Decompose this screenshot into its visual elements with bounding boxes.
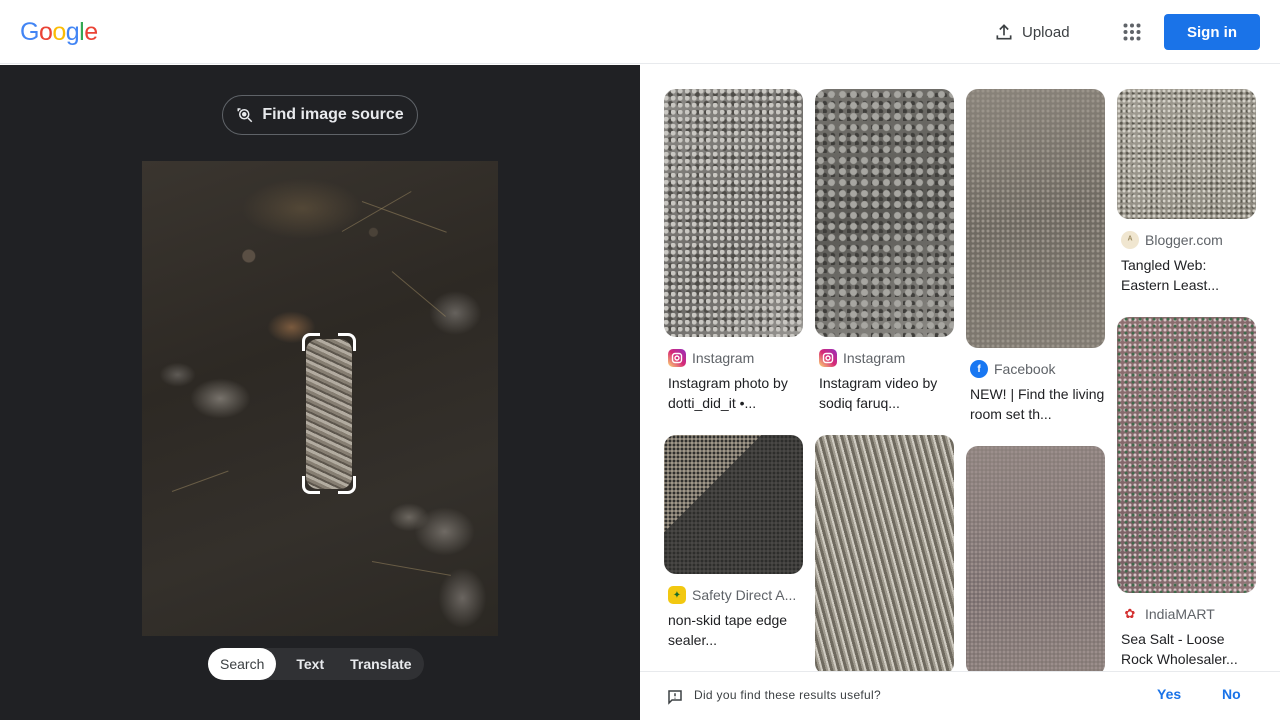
feedback-icon [668, 690, 682, 705]
result-thumbnail[interactable] [815, 435, 954, 675]
feedback-no-button[interactable]: No [1222, 686, 1241, 702]
result-thumbnail[interactable] [664, 89, 803, 337]
lens-search-icon [237, 108, 253, 123]
result-card[interactable]: Instagram Instagram video by sodiq faruq… [815, 89, 954, 413]
crop-handle[interactable] [338, 333, 356, 351]
crop-handle[interactable] [302, 476, 320, 494]
result-card[interactable]: ᴬ Blogger.com Tangled Web: Eastern Least… [1117, 89, 1256, 295]
apps-grid-icon [1123, 23, 1141, 41]
result-source-name: Facebook [994, 361, 1056, 377]
logo-letter: o [52, 18, 66, 46]
instagram-icon [819, 349, 837, 367]
result-title[interactable]: NEW! | Find the living room set th... [966, 384, 1105, 424]
result-thumbnail[interactable] [966, 446, 1105, 676]
feedback-bar: Did you find these results useful? Yes N… [640, 671, 1280, 720]
blogger-icon: ᴬ [1121, 231, 1139, 249]
result-source: f Facebook [966, 360, 1105, 378]
result-card[interactable]: ✦ Safety Direct A... non-skid tape edge … [664, 435, 803, 650]
result-source: Instagram [815, 349, 954, 367]
result-title[interactable]: Tangled Web: Eastern Least... [1117, 255, 1256, 295]
query-image-panel: Find image source Search Text Translate [0, 65, 640, 720]
tab-search[interactable]: Search [208, 648, 277, 680]
logo-letter: G [20, 18, 39, 46]
upload-label: Upload [1022, 23, 1070, 41]
safety-direct-icon: ✦ [668, 586, 686, 604]
result-source: ᴬ Blogger.com [1117, 231, 1256, 249]
result-title[interactable]: Sea Salt - Loose Rock Wholesaler... [1117, 629, 1256, 669]
result-title[interactable]: Instagram photo by dotti_did_it •... [664, 373, 803, 413]
result-source-name: IndiaMART [1145, 606, 1215, 622]
result-card[interactable]: Instagram Instagram photo by dotti_did_i… [664, 89, 803, 413]
tab-translate[interactable]: Translate [338, 648, 423, 680]
result-source: Instagram [664, 349, 803, 367]
upload-icon [996, 24, 1012, 40]
result-source-name: Safety Direct A... [692, 587, 797, 603]
top-bar: Google Upload Sign in [0, 0, 1280, 64]
result-thumbnail[interactable] [966, 89, 1105, 348]
logo-letter: o [38, 18, 53, 46]
feedback-yes-button[interactable]: Yes [1157, 686, 1181, 702]
visual-matches-panel: Instagram Instagram photo by dotti_did_i… [640, 65, 1280, 720]
find-image-source-button[interactable]: Find image source [222, 95, 418, 135]
find-image-source-label: Find image source [262, 106, 404, 123]
result-thumbnail[interactable] [1117, 89, 1256, 219]
result-source-name: Instagram [843, 350, 906, 366]
result-title[interactable]: non-skid tape edge sealer... [664, 610, 803, 650]
query-image[interactable] [142, 161, 498, 636]
result-card[interactable]: ✿ IndiaMART Sea Salt - Loose Rock Wholes… [1117, 317, 1256, 669]
crop-handle[interactable] [338, 476, 356, 494]
result-source-name: Blogger.com [1145, 232, 1223, 248]
result-card[interactable] [966, 446, 1105, 676]
indiamart-icon: ✿ [1121, 605, 1139, 623]
selected-object [306, 339, 352, 489]
google-apps-button[interactable] [1116, 16, 1148, 48]
result-source: ✦ Safety Direct A... [664, 586, 803, 604]
result-source-name: Instagram [692, 350, 755, 366]
lens-mode-tabs: Search Text Translate [208, 648, 424, 680]
result-thumbnail[interactable] [815, 89, 954, 337]
upload-button[interactable]: Upload [984, 14, 1080, 50]
logo-letter: g [65, 18, 80, 46]
facebook-icon: f [970, 360, 988, 378]
feedback-question: Did you find these results useful? [694, 688, 881, 702]
tab-text[interactable]: Text [276, 648, 338, 680]
result-thumbnail[interactable] [1117, 317, 1256, 593]
result-title[interactable]: Instagram video by sodiq faruq... [815, 373, 954, 413]
result-card[interactable] [815, 435, 954, 675]
google-logo[interactable]: Google [20, 18, 98, 47]
result-thumbnail[interactable] [664, 435, 803, 574]
crop-handle[interactable] [302, 333, 320, 351]
instagram-icon [668, 349, 686, 367]
sign-in-button[interactable]: Sign in [1164, 14, 1260, 50]
logo-letter: e [84, 18, 98, 46]
result-source: ✿ IndiaMART [1117, 605, 1256, 623]
result-card[interactable]: f Facebook NEW! | Find the living room s… [966, 89, 1105, 424]
